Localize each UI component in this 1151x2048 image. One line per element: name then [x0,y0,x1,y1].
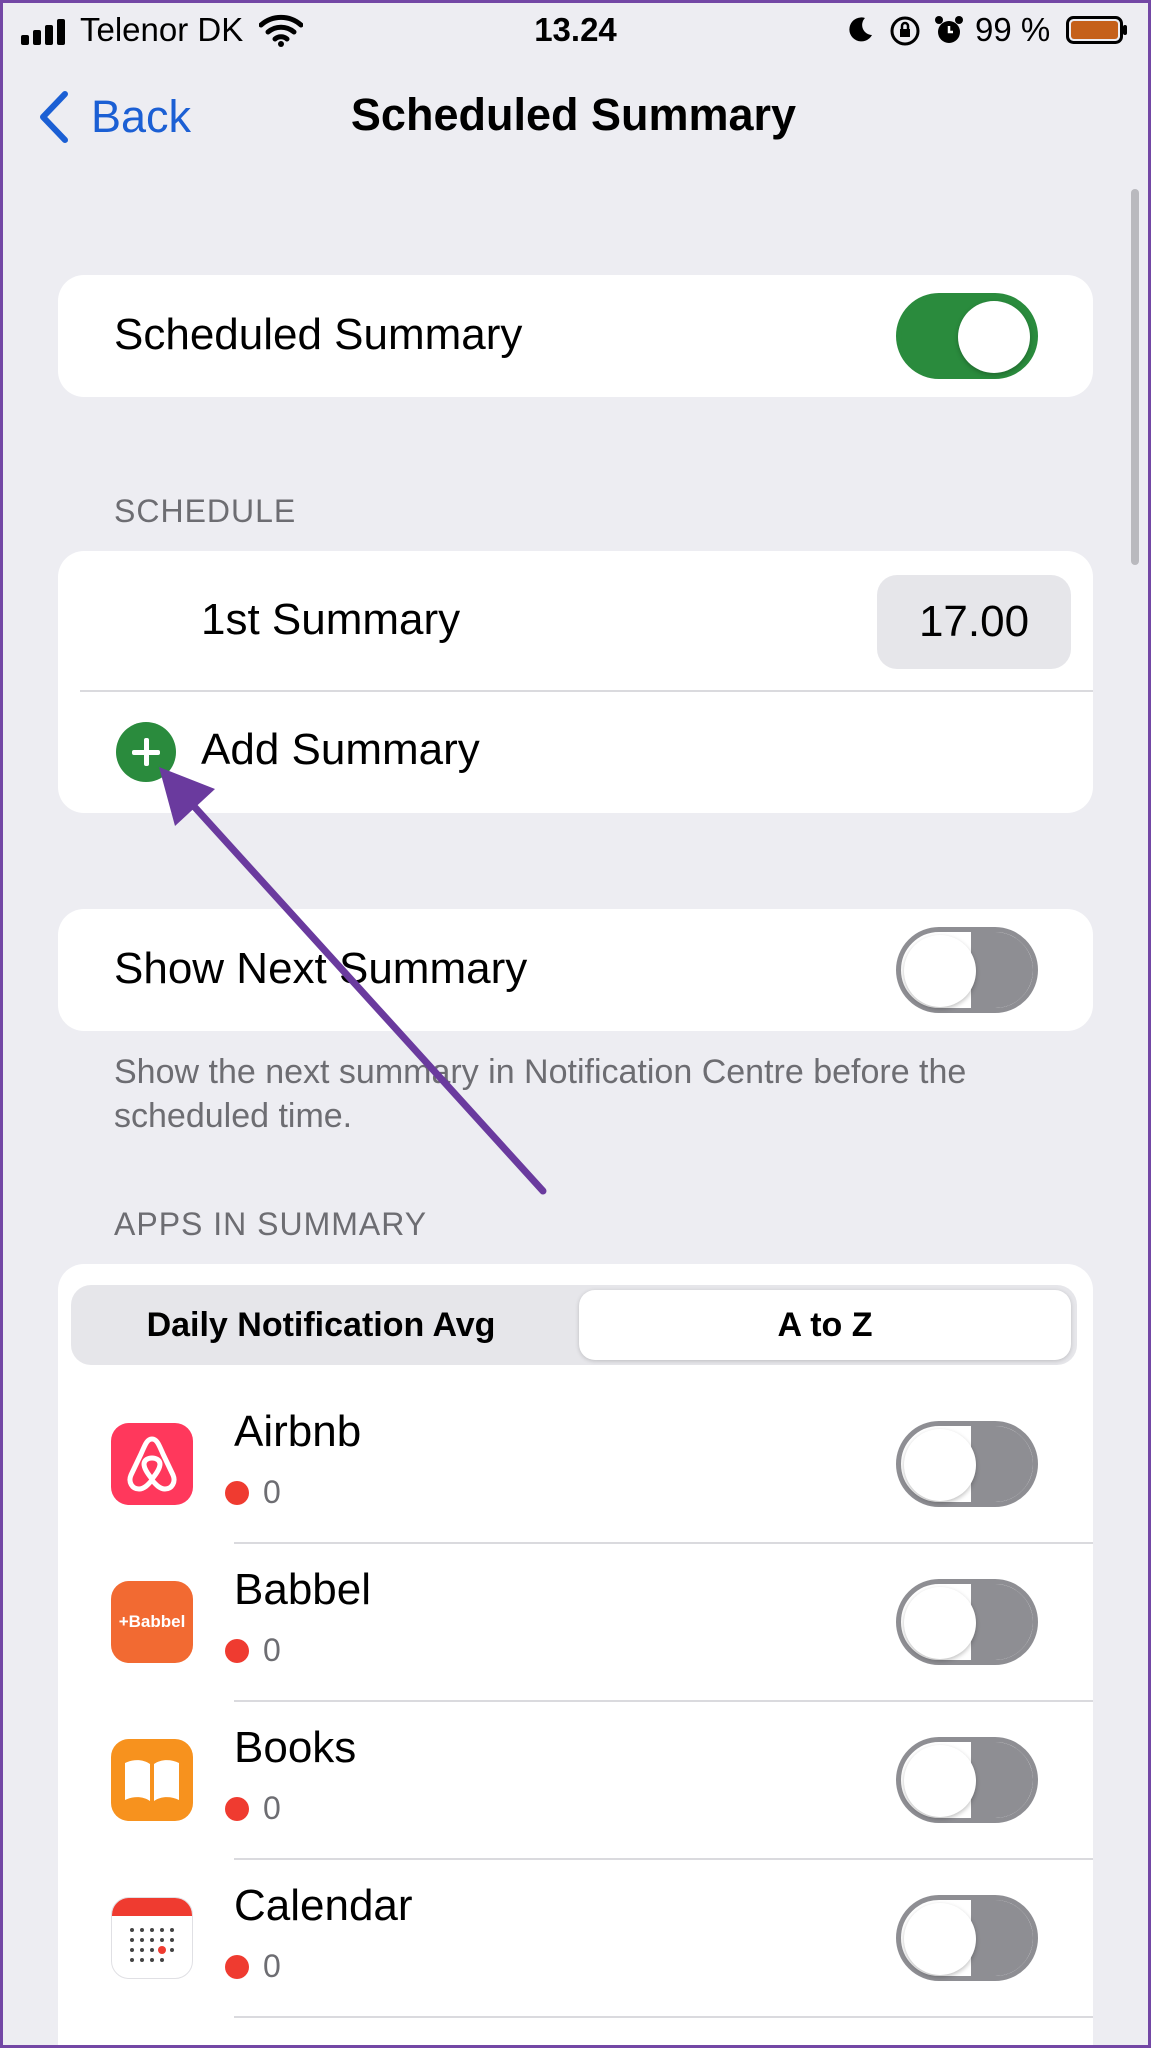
first-summary-label: 1st Summary [201,595,461,644]
row-divider [80,690,1093,692]
status-bar: Telenor DK 13.24 99 % [3,3,1148,61]
show-next-summary-label: Show Next Summary [114,944,528,993]
notification-count: 0 [263,1632,281,1668]
battery-percentage: 99 % [975,11,1051,48]
notification-dot-icon [225,1955,249,1979]
app-name: Calendar [234,1881,413,1930]
scrollbar[interactable] [1131,189,1139,565]
apps-section-header: APPS IN SUMMARY [114,1206,428,1242]
alarm-icon [935,16,963,43]
apps-card: Daily Notification Avg A to Z Airbnb 0 +… [58,1264,1093,2045]
schedule-card: 1st Summary 17.00 Add Summary [58,551,1093,813]
add-summary-button[interactable]: Add Summary [201,725,480,775]
row-divider [234,2016,1093,2018]
rotation-lock-icon [890,16,920,46]
app-row-airbnb: Airbnb 0 [58,1385,1093,1542]
first-summary-time-picker[interactable]: 17.00 [877,575,1071,669]
moon-icon [849,17,872,42]
app-row-babbel: +Babbel Babbel 0 [58,1543,1093,1700]
notification-dot-icon [225,1639,249,1663]
settings-screen: Telenor DK 13.24 99 % Back Scheduled Sum… [0,0,1151,2048]
calendar-icon [111,1897,193,1979]
show-next-summary-footer: Show the next summary in Notification Ce… [114,1053,967,1135]
books-toggle[interactable] [896,1737,1038,1823]
sort-segmented-control: Daily Notification Avg A to Z [71,1285,1077,1365]
scheduled-summary-card: Scheduled Summary [58,275,1093,397]
notification-dot-icon [225,1481,249,1505]
scheduled-summary-label: Scheduled Summary [114,310,523,359]
airbnb-icon [111,1423,193,1505]
babbel-icon: +Babbel [111,1581,193,1663]
notification-count: 0 [263,1790,281,1826]
page-title: Scheduled Summary [350,89,797,140]
calendar-toggle[interactable] [896,1895,1038,1981]
show-next-summary-card: Show Next Summary [58,909,1093,1031]
app-name: Books [234,1723,357,1772]
sort-a-to-z[interactable]: A to Z [579,1290,1071,1360]
notification-dot-icon [225,1797,249,1821]
babbel-toggle[interactable] [896,1579,1038,1665]
app-row-books: Books 0 [58,1701,1093,1858]
notification-count: 0 [263,1474,281,1510]
airbnb-toggle[interactable] [896,1421,1038,1507]
battery-icon [1066,16,1127,44]
app-name: Babbel [234,1565,372,1614]
books-icon [111,1739,193,1821]
notification-count: 0 [263,1948,281,1984]
sort-daily-notification-avg[interactable]: Daily Notification Avg [71,1285,571,1365]
schedule-section-header: SCHEDULE [114,493,297,529]
scheduled-summary-toggle[interactable] [896,293,1038,379]
app-name: Airbnb [234,1407,362,1456]
add-summary-plus-icon[interactable] [116,722,176,782]
app-row-calendar: Calendar 0 [58,1859,1093,2016]
show-next-summary-toggle[interactable] [896,927,1038,1013]
